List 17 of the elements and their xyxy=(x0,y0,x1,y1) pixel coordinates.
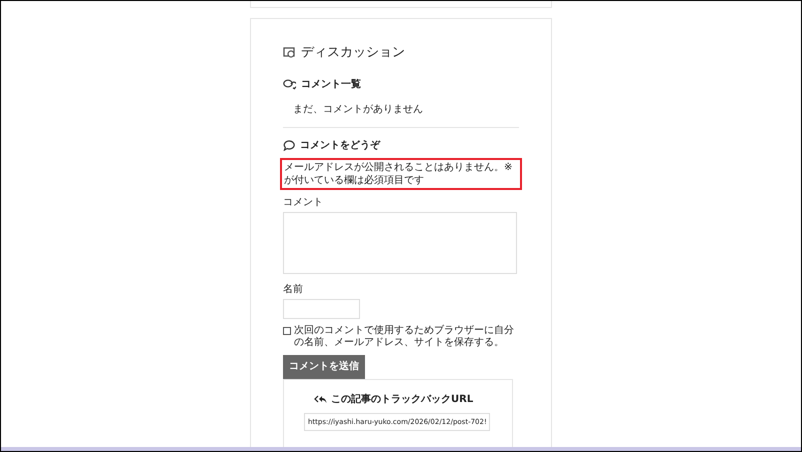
empty-message: まだ、コメントがありません xyxy=(293,102,424,116)
comment-field[interactable] xyxy=(283,212,517,274)
comment-list-title: コメント一覧 xyxy=(301,78,361,92)
discussion-title: ディスカッション xyxy=(301,44,405,62)
comment-form-title: コメントをどうぞ xyxy=(300,138,380,152)
speech-bubbles-icon xyxy=(283,78,296,90)
submit-button[interactable]: コメントを送信 xyxy=(283,354,365,378)
comment-label: コメント xyxy=(283,196,324,210)
speech-bubble-icon xyxy=(283,140,295,150)
name-label: 名前 xyxy=(283,282,304,296)
save-info-checkbox[interactable] xyxy=(283,326,291,334)
trackback-title: この記事のトラックバックURL xyxy=(331,392,474,406)
required-notice: メールアドレスが公開されることはありません。※ が付いている欄は必須項目です xyxy=(280,158,522,190)
save-info-label: 次回のコメントで使用するためブラウザーに自分の名前、メールアドレス、サイトを保存する。 xyxy=(294,324,515,348)
reply-all-icon xyxy=(314,394,327,404)
discussion-icon xyxy=(283,46,296,59)
name-field[interactable] xyxy=(283,298,360,318)
